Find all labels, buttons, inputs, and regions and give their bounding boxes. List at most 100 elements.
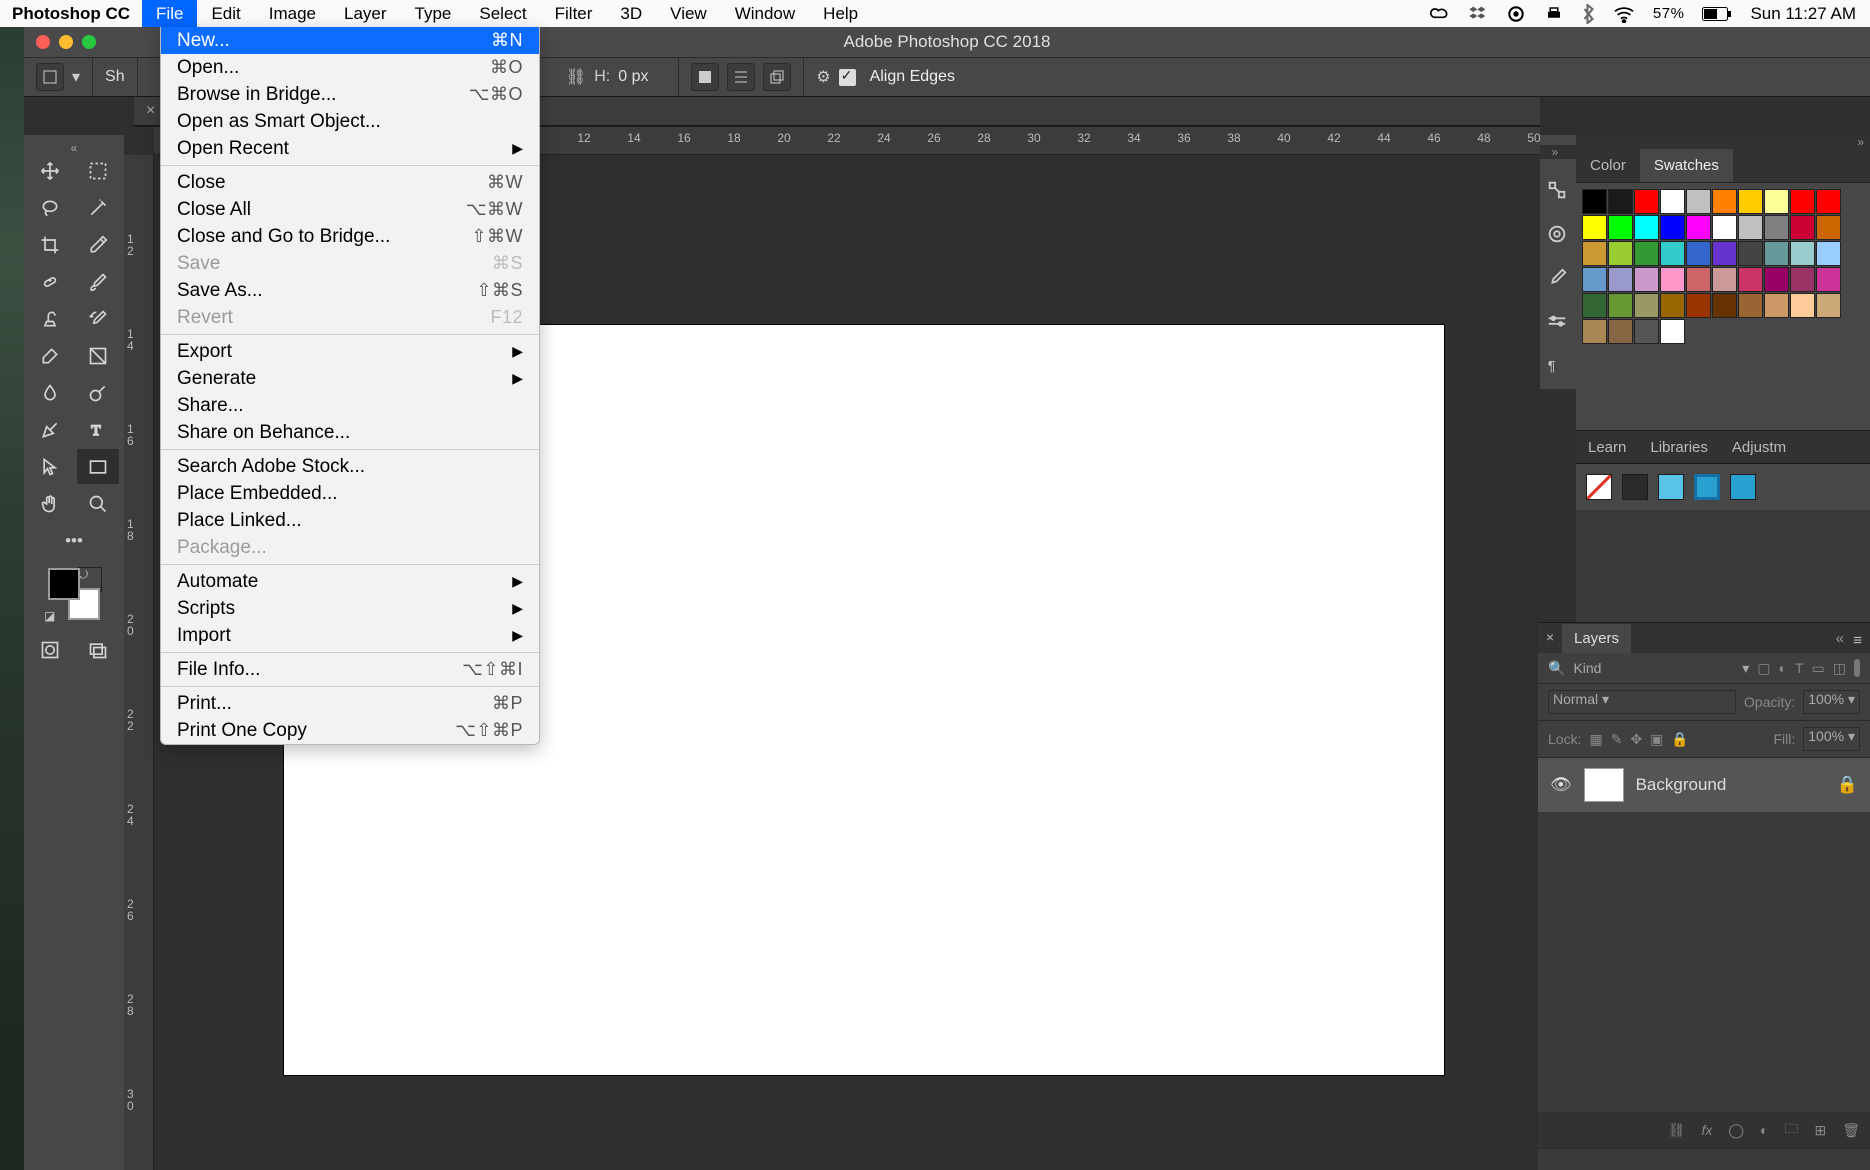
battery-icon[interactable]	[1702, 7, 1732, 21]
swatch[interactable]	[1660, 267, 1685, 292]
swatch[interactable]	[1660, 319, 1685, 344]
foreground-background-colors[interactable]: ⤾ ◪	[48, 568, 100, 620]
filter-pixel-icon[interactable]: ▢	[1757, 660, 1770, 677]
tab-learn[interactable]: Learn	[1576, 431, 1638, 463]
swatch[interactable]	[1634, 293, 1659, 318]
edit-toolbar-button[interactable]: •••	[53, 523, 95, 558]
printer-icon[interactable]	[1544, 5, 1564, 23]
swatch[interactable]	[1608, 189, 1633, 214]
menu-3d[interactable]: 3D	[606, 0, 656, 27]
filter-type-icon[interactable]: T	[1795, 660, 1804, 676]
adjustment-preset[interactable]	[1622, 474, 1648, 500]
adjustment-preset[interactable]	[1730, 474, 1756, 500]
swatch[interactable]	[1712, 241, 1737, 266]
link-layers-icon[interactable]: ⛓	[1668, 1122, 1686, 1139]
sync-icon[interactable]	[1506, 4, 1526, 24]
swatch[interactable]	[1582, 189, 1607, 214]
hand-tool[interactable]	[29, 486, 71, 521]
swatch[interactable]	[1634, 189, 1659, 214]
swatch[interactable]	[1660, 189, 1685, 214]
swatch[interactable]	[1608, 267, 1633, 292]
swatch[interactable]	[1660, 293, 1685, 318]
swatch[interactable]	[1712, 293, 1737, 318]
file-menu-item[interactable]: Automate▶	[161, 568, 539, 595]
move-tool[interactable]	[29, 153, 71, 188]
swatch[interactable]	[1582, 215, 1607, 240]
swatch[interactable]	[1816, 189, 1841, 214]
file-menu-item[interactable]: New...⌘N	[161, 27, 539, 54]
eyedropper-tool[interactable]	[77, 227, 119, 262]
swatch[interactable]	[1582, 267, 1607, 292]
pen-tool[interactable]	[29, 412, 71, 447]
bluetooth-icon[interactable]	[1582, 4, 1595, 24]
filter-adjust-icon[interactable]: ◐	[1779, 660, 1787, 676]
app-name[interactable]: Photoshop CC	[0, 4, 142, 24]
lock-paint-icon[interactable]: ✎	[1611, 731, 1623, 748]
swatch[interactable]	[1608, 241, 1633, 266]
file-menu-item[interactable]: Import▶	[161, 622, 539, 649]
marquee-tool[interactable]	[77, 153, 119, 188]
crop-tool[interactable]	[29, 227, 71, 262]
swatch[interactable]	[1816, 267, 1841, 292]
layer-row-background[interactable]: 👁 Background 🔒	[1538, 758, 1870, 812]
swatch[interactable]	[1634, 241, 1659, 266]
swatch[interactable]	[1790, 215, 1815, 240]
swatch[interactable]	[1660, 215, 1685, 240]
swatch[interactable]	[1816, 293, 1841, 318]
rectangle-tool[interactable]	[77, 449, 119, 484]
menu-image[interactable]: Image	[255, 0, 330, 27]
new-group-icon[interactable]: 🗀	[1784, 1118, 1798, 1142]
layer-thumbnail[interactable]	[1584, 768, 1624, 802]
swatch[interactable]	[1816, 215, 1841, 240]
visibility-eye-icon[interactable]: 👁	[1550, 775, 1572, 795]
filter-kind-dropdown[interactable]: Kind ▾	[1573, 660, 1749, 677]
swatch[interactable]	[1790, 267, 1815, 292]
creative-cloud-icon[interactable]	[1430, 4, 1450, 24]
file-menu-item[interactable]: Share on Behance...	[161, 419, 539, 446]
file-menu-item[interactable]: Scripts▶	[161, 595, 539, 622]
clock[interactable]: Sun 11:27 AM	[1750, 4, 1856, 24]
file-menu-item[interactable]: File Info...⌥⇧⌘I	[161, 656, 539, 683]
swatch[interactable]	[1712, 215, 1737, 240]
file-menu-item[interactable]: Open...⌘O	[161, 54, 539, 81]
swatch[interactable]	[1608, 293, 1633, 318]
swatch[interactable]	[1764, 215, 1789, 240]
menu-view[interactable]: View	[656, 0, 721, 27]
layer-mask-icon[interactable]: ◯	[1728, 1122, 1744, 1139]
path-selection-tool[interactable]	[29, 449, 71, 484]
panel-icon-4[interactable]	[1546, 311, 1570, 335]
file-menu-item[interactable]: Export▶	[161, 338, 539, 365]
swatch[interactable]	[1634, 319, 1659, 344]
swatch[interactable]	[1582, 241, 1607, 266]
tab-swatches[interactable]: Swatches	[1640, 149, 1733, 182]
swatch[interactable]	[1686, 267, 1711, 292]
panel-icon-1[interactable]	[1546, 179, 1570, 203]
delete-layer-icon[interactable]: 🗑	[1842, 1122, 1860, 1139]
height-field[interactable]: 0 px	[618, 68, 666, 86]
file-menu-item[interactable]: Close and Go to Bridge...⇧⌘W	[161, 223, 539, 250]
panel-icon-3[interactable]	[1546, 267, 1570, 291]
swatch[interactable]	[1738, 267, 1763, 292]
file-menu-item[interactable]: Save As...⇧⌘S	[161, 277, 539, 304]
lock-artboard-icon[interactable]: ▣	[1650, 731, 1663, 748]
gradient-tool[interactable]	[77, 338, 119, 373]
swatch[interactable]	[1660, 241, 1685, 266]
file-menu-item[interactable]: Search Adobe Stock...	[161, 453, 539, 480]
file-menu-item[interactable]: Share...	[161, 392, 539, 419]
panel-icon-2[interactable]	[1546, 223, 1570, 247]
menu-help[interactable]: Help	[809, 0, 872, 27]
blend-mode-dropdown[interactable]: Normal ▾	[1548, 690, 1736, 714]
swatch[interactable]	[1582, 293, 1607, 318]
menu-select[interactable]: Select	[465, 0, 540, 27]
filter-toggle[interactable]	[1854, 659, 1860, 677]
wifi-icon[interactable]	[1613, 5, 1635, 23]
type-tool[interactable]: T	[77, 412, 119, 447]
new-layer-icon[interactable]: ⊞	[1814, 1122, 1826, 1139]
panel-icon-5[interactable]: ¶	[1546, 355, 1570, 379]
file-menu-item[interactable]: Place Embedded...	[161, 480, 539, 507]
adjustment-none[interactable]	[1586, 474, 1612, 500]
default-colors-icon[interactable]: ◪	[44, 609, 55, 623]
close-window-button[interactable]	[36, 35, 50, 49]
tab-color[interactable]: Color	[1576, 149, 1640, 182]
vertical-ruler[interactable]: 1214161820222426283032	[124, 155, 154, 1170]
